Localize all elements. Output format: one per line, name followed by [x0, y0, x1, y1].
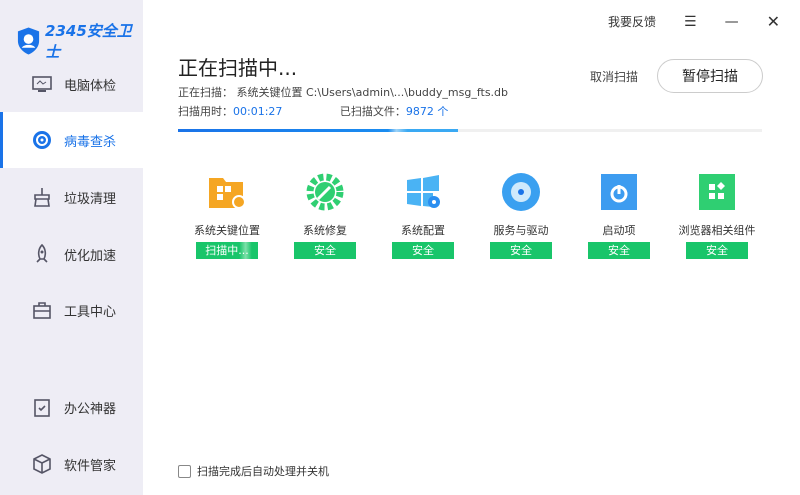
- checkbox-box[interactable]: [178, 464, 191, 478]
- sidebar-item-label: 垃圾清理: [64, 191, 117, 207]
- sidebar-item-label: 病毒查杀: [64, 134, 117, 150]
- files-value: 9872 个: [405, 105, 449, 118]
- item-name: 启动项: [602, 224, 636, 237]
- sidebar: 2345安全卫士 电脑体检 病毒查杀 垃圾清理 优化加速 工具中心 办公神器 软…: [0, 0, 143, 495]
- auto-shutdown-checkbox[interactable]: 扫描完成后自动处理并关机: [178, 463, 329, 479]
- sidebar-item-office[interactable]: 办公神器: [0, 379, 143, 435]
- sidebar-item-speedup[interactable]: 优化加速: [0, 226, 143, 282]
- startup-power-icon: [599, 172, 639, 212]
- sidebar-item-tools[interactable]: 工具中心: [0, 282, 143, 338]
- scan-items: 系统关键位置 扫描中... 系统修复 安全 系统配置 安全 服务与驱动 安全 启…: [178, 172, 766, 259]
- status-badge: 安全: [588, 242, 650, 259]
- current-scan-info: 正在扫描： 系统关键位置 C:\Users\admin\...\buddy_ms…: [178, 84, 508, 100]
- status-badge: 扫描中...: [196, 242, 258, 259]
- item-name: 浏览器相关组件: [678, 224, 756, 237]
- menu-icon[interactable]: ☰: [684, 14, 697, 30]
- sidebar-item-pc-checkup[interactable]: 电脑体检: [0, 56, 143, 112]
- status-badge: 安全: [392, 242, 454, 259]
- scan-progress-bar: [178, 129, 762, 132]
- shield-logo-icon: [17, 27, 40, 55]
- folder-location-icon: [207, 172, 247, 212]
- close-icon[interactable]: ✕: [767, 12, 780, 31]
- status-badge: 安全: [490, 242, 552, 259]
- files-label: 已扫描文件：: [339, 105, 406, 118]
- browser-plugin-icon: [697, 172, 737, 212]
- feedback-link[interactable]: 我要反馈: [608, 13, 656, 30]
- monitor-icon: [32, 76, 52, 92]
- sidebar-item-label: 工具中心: [64, 304, 117, 320]
- pause-scan-button[interactable]: 暂停扫描: [657, 59, 763, 93]
- gear-wrench-icon: [305, 172, 345, 212]
- current-path: 系统关键位置 C:\Users\admin\...\buddy_msg_fts.…: [236, 86, 509, 99]
- scan-item: 系统配置 安全: [374, 172, 472, 259]
- title-bar: 我要反馈 ☰ — ✕: [608, 12, 780, 31]
- page-title: 正在扫描中...: [178, 56, 298, 80]
- status-badge: 安全: [686, 242, 748, 259]
- scan-stats: 扫描用时：00:01:27 已扫描文件：9872 个: [178, 103, 448, 119]
- scan-item: 系统修复 安全: [276, 172, 374, 259]
- minimize-icon[interactable]: —: [725, 14, 739, 30]
- progress-fill: [178, 129, 459, 132]
- checkbox-label: 扫描完成后自动处理并关机: [197, 465, 329, 478]
- sidebar-item-virus-scan[interactable]: 病毒查杀: [0, 112, 143, 168]
- status-badge: 安全: [294, 242, 356, 259]
- item-name: 系统关键位置: [194, 224, 260, 237]
- toolbox-icon: [33, 302, 51, 319]
- windows-gear-icon: [403, 172, 443, 212]
- cancel-scan-button[interactable]: 取消扫描: [590, 68, 638, 85]
- target-icon: [33, 131, 51, 149]
- disc-icon: [501, 172, 541, 212]
- time-value: 00:01:27: [233, 105, 283, 118]
- item-name: 系统修复: [303, 224, 347, 237]
- rocket-icon: [36, 244, 48, 263]
- sidebar-item-junk-clean[interactable]: 垃圾清理: [0, 169, 143, 225]
- sidebar-item-label: 电脑体检: [64, 78, 117, 94]
- current-label: 正在扫描：: [178, 86, 233, 99]
- item-name: 服务与驱动: [493, 224, 549, 237]
- item-name: 系统配置: [401, 224, 445, 237]
- clipboard-icon: [34, 399, 50, 417]
- broom-icon: [34, 188, 50, 207]
- scan-item: 服务与驱动 安全: [472, 172, 570, 259]
- sidebar-item-label: 优化加速: [64, 248, 117, 264]
- scan-item: 系统关键位置 扫描中...: [178, 172, 276, 259]
- cube-icon: [33, 454, 51, 474]
- scan-item: 浏览器相关组件 安全: [668, 172, 766, 259]
- sidebar-item-label: 软件管家: [64, 458, 117, 474]
- sidebar-item-label: 办公神器: [64, 401, 117, 417]
- scan-item: 启动项 安全: [570, 172, 668, 259]
- sidebar-item-software[interactable]: 软件管家: [0, 436, 143, 492]
- time-label: 扫描用时：: [178, 105, 233, 118]
